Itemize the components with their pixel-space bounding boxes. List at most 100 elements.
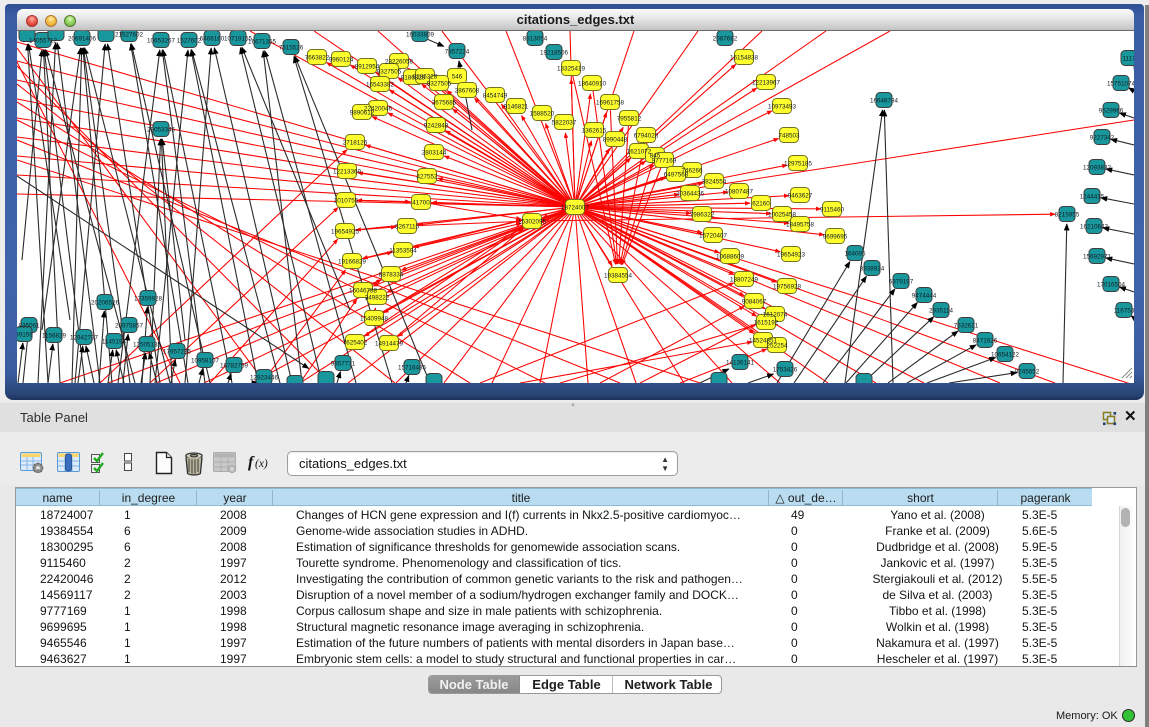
svg-text:20975857: 20975857 xyxy=(115,323,144,330)
svg-text:15751074: 15751074 xyxy=(1107,81,1134,88)
svg-text:11353594: 11353594 xyxy=(389,248,417,255)
svg-text:f: f xyxy=(248,454,255,471)
svg-text:10688609: 10688609 xyxy=(716,254,745,261)
svg-text:8990448: 8990448 xyxy=(603,137,628,144)
svg-text:15720407: 15720407 xyxy=(699,233,728,240)
svg-text:19166829: 19166829 xyxy=(338,259,367,266)
svg-text:10973493: 10973493 xyxy=(768,104,797,111)
svg-text:8938924: 8938924 xyxy=(860,266,885,273)
svg-text:18495758: 18495758 xyxy=(786,222,815,229)
svg-text:12213369: 12213369 xyxy=(333,169,362,176)
svg-text:1753426: 1753426 xyxy=(773,367,798,374)
svg-text:17957235: 17957235 xyxy=(163,349,192,356)
svg-text:748503: 748503 xyxy=(778,133,800,140)
svg-text:3675685: 3675685 xyxy=(432,100,457,107)
svg-text:17016504: 17016504 xyxy=(1097,282,1126,289)
svg-text:546: 546 xyxy=(452,74,463,81)
svg-text:19654923: 19654923 xyxy=(777,252,806,259)
svg-text:23226058: 23226058 xyxy=(385,59,414,66)
svg-text:1615192: 1615192 xyxy=(754,320,779,327)
svg-text:835061: 835061 xyxy=(18,323,40,330)
svg-text:1145194: 1145194 xyxy=(102,339,127,346)
svg-text:6379197: 6379197 xyxy=(889,279,914,286)
svg-text:9115460: 9115460 xyxy=(820,207,845,214)
svg-text:5822037: 5822037 xyxy=(552,120,577,127)
svg-text:1621072: 1621072 xyxy=(627,149,652,156)
svg-text:8471626: 8471626 xyxy=(973,338,998,345)
svg-text:16671355: 16671355 xyxy=(248,39,277,46)
svg-text:8813054: 8813054 xyxy=(523,36,548,43)
svg-text:19654925: 19654925 xyxy=(331,229,360,236)
svg-text:1588520: 1588520 xyxy=(530,111,555,118)
svg-text:1156829: 1156829 xyxy=(42,333,67,340)
svg-text:12093832: 12093832 xyxy=(1083,165,1112,172)
svg-text:1244415: 1244415 xyxy=(1080,194,1105,201)
svg-text:16782759: 16782759 xyxy=(220,363,249,370)
svg-text:39159: 39159 xyxy=(17,332,33,339)
svg-text:9474444: 9474444 xyxy=(912,293,937,300)
svg-text:16046788: 16046788 xyxy=(349,288,378,295)
svg-text:1362615: 1362615 xyxy=(582,128,607,135)
svg-text:9857771: 9857771 xyxy=(331,361,356,368)
svg-text:18807249: 18807249 xyxy=(730,277,759,284)
svg-text:20364436: 20364436 xyxy=(676,191,705,198)
svg-text:1010755: 1010755 xyxy=(334,198,359,205)
svg-text:8454749: 8454749 xyxy=(483,93,508,100)
svg-text:20691406: 20691406 xyxy=(68,36,97,43)
svg-text:2935114: 2935114 xyxy=(929,308,954,315)
svg-text:62160: 62160 xyxy=(752,201,770,208)
svg-text:12505135: 12505135 xyxy=(133,342,162,349)
svg-text:3824554: 3824554 xyxy=(702,179,727,186)
svg-text:14136141: 14136141 xyxy=(726,360,755,367)
svg-text:6497568: 6497568 xyxy=(664,172,689,179)
svg-text:14914479: 14914479 xyxy=(375,341,404,348)
svg-text:164095: 164095 xyxy=(844,251,866,258)
svg-text:13325419: 13325419 xyxy=(557,66,586,73)
svg-text:10807487: 10807487 xyxy=(725,189,754,196)
svg-text:7515526: 7515526 xyxy=(279,45,304,52)
svg-text:15692971: 15692971 xyxy=(1083,254,1112,261)
svg-text:9463627: 9463627 xyxy=(788,193,813,200)
svg-text:10653267: 10653267 xyxy=(147,38,176,45)
svg-text:9960124: 9960124 xyxy=(329,57,354,64)
svg-text:9227342: 9227342 xyxy=(1090,135,1115,142)
svg-text:18724007: 18724007 xyxy=(561,205,590,212)
svg-text:116753: 116753 xyxy=(1114,308,1134,315)
svg-text:10025458: 10025458 xyxy=(768,212,797,219)
svg-text:7955812: 7955812 xyxy=(617,116,642,123)
svg-text:9327505: 9327505 xyxy=(427,81,452,88)
svg-text:427552: 427552 xyxy=(416,174,438,181)
svg-text:19384554: 19384554 xyxy=(604,273,633,280)
svg-text:9699695: 9699695 xyxy=(823,234,848,241)
svg-text:16154838: 16154838 xyxy=(730,55,759,62)
svg-text:8215955: 8215955 xyxy=(1055,212,1080,219)
svg-text:7625402: 7625402 xyxy=(343,340,368,347)
svg-text:9777169: 9777169 xyxy=(652,158,677,165)
svg-text:19756928: 19756928 xyxy=(773,284,802,291)
svg-text:2087682: 2087682 xyxy=(713,36,738,43)
svg-text:8878334: 8878334 xyxy=(379,272,404,279)
svg-text:12975185: 12975185 xyxy=(784,161,813,168)
svg-text:9146821: 9146821 xyxy=(504,104,529,111)
svg-text:21527602: 21527602 xyxy=(115,32,144,39)
svg-text:9242848: 9242848 xyxy=(424,123,449,130)
svg-text:6794028: 6794028 xyxy=(634,133,659,140)
svg-text:17359928: 17359928 xyxy=(134,296,163,303)
svg-text:15409948: 15409948 xyxy=(360,316,389,323)
svg-text:7632621: 7632621 xyxy=(954,323,979,330)
svg-text:12213967: 12213967 xyxy=(752,80,781,87)
svg-text:3498222: 3498222 xyxy=(365,295,390,302)
svg-text:1117: 1117 xyxy=(1122,56,1134,63)
svg-text:29053346: 29053346 xyxy=(147,127,176,134)
svg-text:16543382: 16543382 xyxy=(366,82,395,89)
svg-text:1612074: 1612074 xyxy=(763,312,788,319)
svg-text:2718126: 2718126 xyxy=(343,140,368,147)
svg-text:12942737: 12942737 xyxy=(70,335,99,342)
svg-text:16961758: 16961758 xyxy=(596,100,625,107)
svg-text:16033809: 16033809 xyxy=(406,32,435,39)
svg-text:2867608: 2867608 xyxy=(455,88,480,95)
svg-text:1527602: 1527602 xyxy=(177,38,202,45)
svg-text:12923446: 12923446 xyxy=(250,375,279,382)
svg-text:10958107: 10958107 xyxy=(191,358,220,365)
svg-text:252254: 252254 xyxy=(766,343,788,350)
